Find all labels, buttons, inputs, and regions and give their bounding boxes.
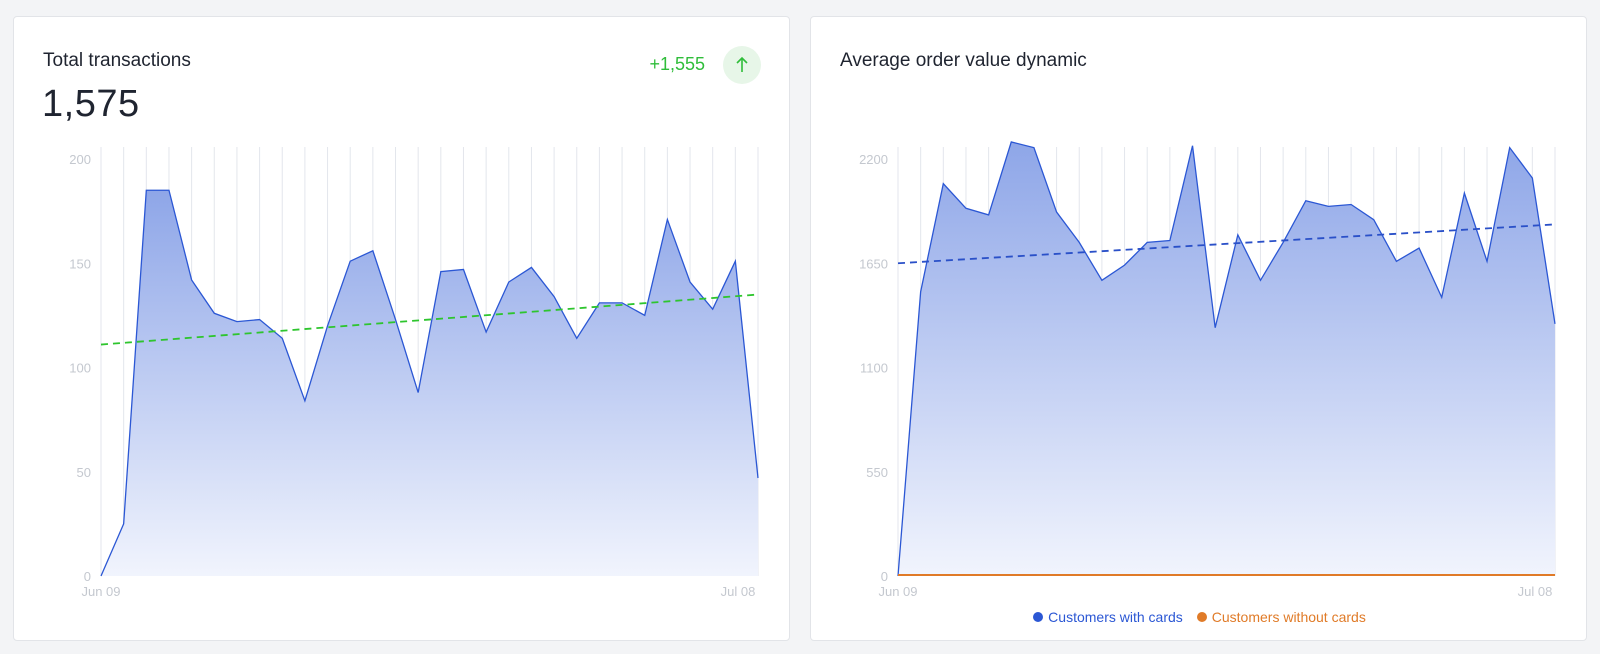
data-point [212,311,216,315]
y-tick-label: 0 [881,569,888,584]
x-tick-label: Jul 08 [721,584,756,599]
data-point [394,318,398,322]
data-point [1236,233,1240,237]
data-point [1530,176,1534,180]
data-point [941,182,945,186]
data-point [987,213,991,217]
data-point [1440,295,1444,299]
data-point [711,307,715,311]
y-tick-label: 0 [84,569,91,584]
series-area [898,141,1555,576]
y-tick-label: 50 [77,465,91,480]
data-point [484,330,488,334]
data-point [348,259,352,263]
data-point [507,280,511,284]
data-point [643,313,647,317]
data-point [1394,259,1398,263]
data-point [1485,259,1489,263]
legend-item-without-cards[interactable]: Customers without cards [1196,609,1366,625]
data-point [280,336,284,340]
data-point [733,259,737,263]
legend-label: Customers without cards [1211,609,1366,625]
data-point [1553,322,1557,326]
data-point [235,320,239,324]
data-point [1077,240,1081,244]
data-point [919,290,923,294]
data-point [1145,240,1149,244]
data-point [99,574,103,578]
data-point [688,280,692,284]
data-point [167,188,171,192]
x-tick-label: Jun 09 [81,584,120,599]
data-point [371,249,375,253]
y-tick-label: 200 [69,152,91,167]
legend-dot [1196,612,1207,622]
data-point [1123,263,1127,267]
x-tick-label: Jul 08 [1518,584,1553,599]
data-point [756,476,760,480]
data-point [303,399,307,403]
data-point [190,278,194,282]
average-order-value-card: Average order value dynamic 0 550 1100 1650… [810,16,1587,641]
legend-dot [1033,612,1044,622]
series-area [101,190,758,576]
data-point [1055,210,1059,214]
data-point [597,301,601,305]
data-point [1100,278,1104,282]
data-point [964,206,968,210]
data-point [1326,204,1330,208]
data-point [1349,202,1353,206]
y-tick-label: 1100 [860,361,888,376]
data-point [144,188,148,192]
data-point [439,270,443,274]
aov-chart: 0 550 1100 1650 2200 Jun 09 Jul 08 [859,140,1557,599]
data-point [1258,278,1262,282]
y-tick-label: 550 [866,465,888,480]
data-point [258,318,262,322]
data-point [416,391,420,395]
transactions-chart: 0 50 100 150 200 Jun 09 Jul 08 [69,147,760,599]
data-point [1508,146,1512,150]
data-point [665,217,669,221]
legend-label: Customers with cards [1048,609,1183,625]
data-point [1462,191,1466,195]
data-point [122,522,126,526]
legend-item-with-cards[interactable]: Customers with cards [1033,609,1183,625]
data-point [461,268,465,272]
data-point [552,295,556,299]
total-transactions-card: Total transactions 1,575 +1,555 0 50 100 15… [13,16,790,641]
data-point [1304,199,1308,203]
data-point [1417,246,1421,250]
data-point [575,336,579,340]
x-tick-label: Jun 09 [878,584,917,599]
y-tick-label: 150 [69,256,91,271]
data-point [1213,326,1217,330]
data-point [1372,218,1376,222]
chart-legend: Customers with cards Customers without c… [811,609,1588,625]
y-tick-label: 100 [69,361,91,376]
data-point [1009,140,1013,144]
y-tick-label: 1650 [859,256,888,271]
data-point [1168,239,1172,243]
y-tick-label: 2200 [859,152,888,167]
data-point [529,265,533,269]
data-point [1191,144,1195,148]
data-point [1032,146,1036,150]
